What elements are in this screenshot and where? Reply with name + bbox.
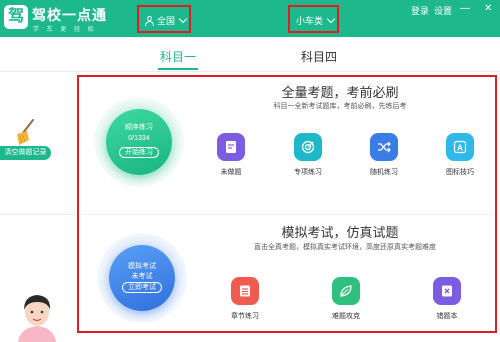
- document-icon: [217, 133, 245, 161]
- clear-records-button[interactable]: 清空做题记录: [0, 146, 51, 160]
- settings-link[interactable]: 设置: [434, 4, 452, 17]
- avatar: [18, 295, 56, 342]
- feature-chapter-practice[interactable]: 章节练习: [225, 277, 265, 321]
- login-link[interactable]: 登录: [411, 4, 429, 17]
- start-exam-button[interactable]: 立即考试: [122, 282, 162, 293]
- mock-exam-title: 模拟考试: [128, 263, 156, 270]
- feature-random-practice[interactable]: 随机练习: [364, 133, 404, 177]
- vehicle-highlight: [288, 5, 339, 33]
- start-practice-button[interactable]: 开始练习: [119, 147, 159, 158]
- tab-subject-one[interactable]: 科目一: [160, 48, 196, 65]
- feature-label: 难题攻克: [332, 313, 360, 320]
- mock-exam-circle[interactable]: 模拟考试 未考试 立即考试: [97, 233, 187, 323]
- feature-label: 图标技巧: [446, 169, 474, 176]
- region-highlight: [137, 5, 191, 33]
- section2-headline: 模拟考试，仿真试题: [281, 225, 399, 240]
- target-icon: [294, 133, 322, 161]
- close-button[interactable]: ✕: [484, 4, 492, 14]
- section-divider: [80, 214, 494, 215]
- image-a-icon: A: [446, 133, 474, 161]
- feature-hard-questions[interactable]: 难题攻克: [326, 277, 366, 321]
- tab-subject-four[interactable]: 科目四: [301, 48, 337, 65]
- app-slogan: 学 车 更 轻 松: [33, 27, 97, 33]
- feature-mistake-book[interactable]: 错题本: [427, 277, 467, 321]
- sequential-practice-count: 0/1334: [128, 135, 150, 142]
- left-divider: [0, 214, 76, 215]
- active-tab-indicator: [158, 68, 198, 70]
- app-name: 驾校一点通: [32, 7, 107, 23]
- mock-exam-status: 未考试: [131, 273, 153, 280]
- feature-icon-tips[interactable]: A 图标技巧: [440, 133, 480, 177]
- app-logo: 驾: [4, 5, 28, 29]
- list-icon: [231, 277, 259, 305]
- section2-subline: 直击全真考题，模拟真实考试环境，高度还原真实考题难度: [254, 244, 436, 251]
- broom-icon: [17, 119, 34, 145]
- top-bar: 驾 驾校一点通 学 车 更 轻 松 全国 小车类 登录 设置 — ✕: [0, 0, 500, 37]
- sequential-practice-title: 顺序练习: [125, 124, 153, 131]
- sequential-practice-circle[interactable]: 顺序练习 0/1334 开始练习: [94, 97, 184, 187]
- leaf-icon: [332, 277, 360, 305]
- x-note-icon: [433, 277, 461, 305]
- feature-label: 专项练习: [294, 169, 322, 176]
- minimize-button[interactable]: —: [460, 4, 470, 14]
- section1-headline: 全量考题，考前必刷: [281, 85, 399, 100]
- feature-label: 错题本: [436, 313, 458, 320]
- feature-label: 未做题: [220, 169, 242, 176]
- svg-text:A: A: [457, 144, 463, 153]
- tabs-divider: [0, 71, 500, 72]
- feature-unanswered[interactable]: 未做题: [211, 133, 251, 177]
- feature-special-practice[interactable]: 专项练习: [288, 133, 328, 177]
- feature-label: 随机练习: [370, 169, 398, 176]
- feature-label: 章节练习: [231, 313, 259, 320]
- shuffle-icon: [370, 133, 398, 161]
- section1-subline: 科目一全新考试题库，考前必刷，先练后考: [273, 103, 407, 110]
